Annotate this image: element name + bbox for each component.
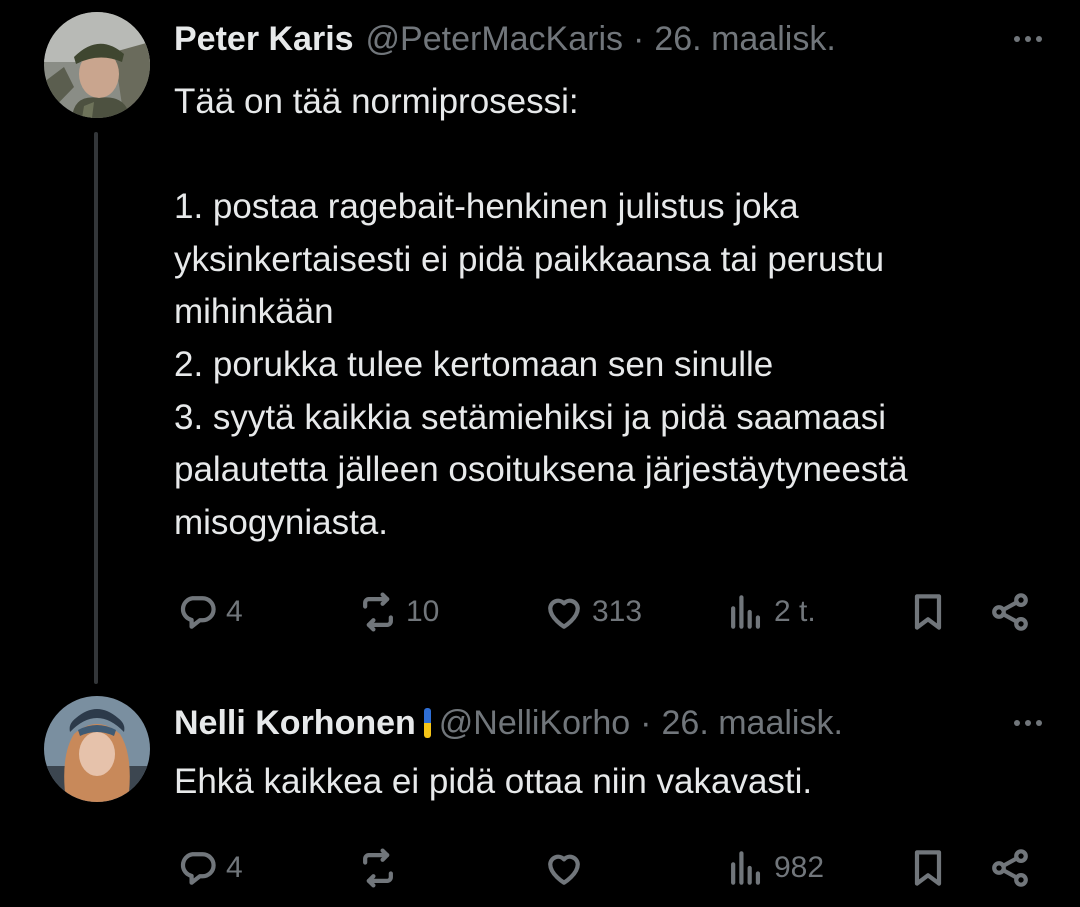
share-icon [992,593,1028,631]
views-button[interactable]: 2 t. [724,588,816,636]
reply-count: 4 [226,595,243,628]
share-icon [992,849,1028,887]
views-icon [731,595,761,629]
separator-dot: · [640,703,652,742]
separator-dot: · [633,19,645,58]
bookmark-button[interactable] [906,844,950,892]
views-button[interactable]: 982 [724,844,824,892]
author-handle[interactable]: @PeterMacKaris [366,20,623,59]
repost-icon [363,592,393,632]
tweet-date[interactable]: 26. maalisk. [654,20,835,59]
tweet-header: Nelli Korhonen @NelliKorho · 26. maalisk… [174,701,1050,745]
reply-button[interactable]: 4 [176,588,243,636]
avatar-image [44,12,150,118]
author-name[interactable]: Peter Karis [174,20,354,59]
reply-icon [180,596,216,629]
like-button[interactable]: 313 [542,588,642,636]
reply-count: 4 [226,851,243,884]
tweet-header: Peter Karis @PeterMacKaris · 26. maalisk… [174,17,1050,61]
tweet-text: Ehkä kaikkea ei pidä ottaa niin vakavast… [174,762,813,801]
more-icon[interactable] [1008,701,1048,745]
tweet-text: Tää on tää normiprosessi: 1. postaa rage… [174,82,908,542]
like-button[interactable] [542,844,592,892]
author-name[interactable]: Nelli Korhonen [174,704,416,743]
reply-icon [180,852,216,885]
repost-button[interactable]: 10 [356,588,439,636]
bookmark-icon [914,594,942,630]
ukraine-flag-icon [423,708,431,738]
tweet[interactable]: Nelli Korhonen @NelliKorho · 26. maalisk… [0,690,1080,907]
heart-icon [548,854,580,885]
views-icon [731,851,761,885]
tweet-actions: 4 10 313 2 t. [176,588,1036,636]
share-button[interactable] [988,844,1032,892]
share-button[interactable] [988,588,1032,636]
tweet[interactable]: Peter Karis @PeterMacKaris · 26. maalisk… [0,0,1080,690]
tweet-date[interactable]: 26. maalisk. [662,704,843,743]
bookmark-icon [914,850,942,886]
reply-button[interactable]: 4 [176,844,243,892]
views-count: 2 t. [774,595,816,628]
avatar[interactable] [44,696,150,802]
like-count: 313 [592,595,643,628]
heart-icon [548,598,580,629]
avatar-image [44,696,150,802]
bookmark-button[interactable] [906,588,950,636]
repost-count: 10 [406,595,440,628]
avatar[interactable] [44,12,150,118]
more-icon[interactable] [1008,17,1048,61]
repost-icon [363,848,393,888]
tweet-actions: 4 982 [176,844,1036,892]
repost-button[interactable] [356,844,406,892]
author-handle[interactable]: @NelliKorho [439,704,630,743]
views-count: 982 [774,851,825,884]
